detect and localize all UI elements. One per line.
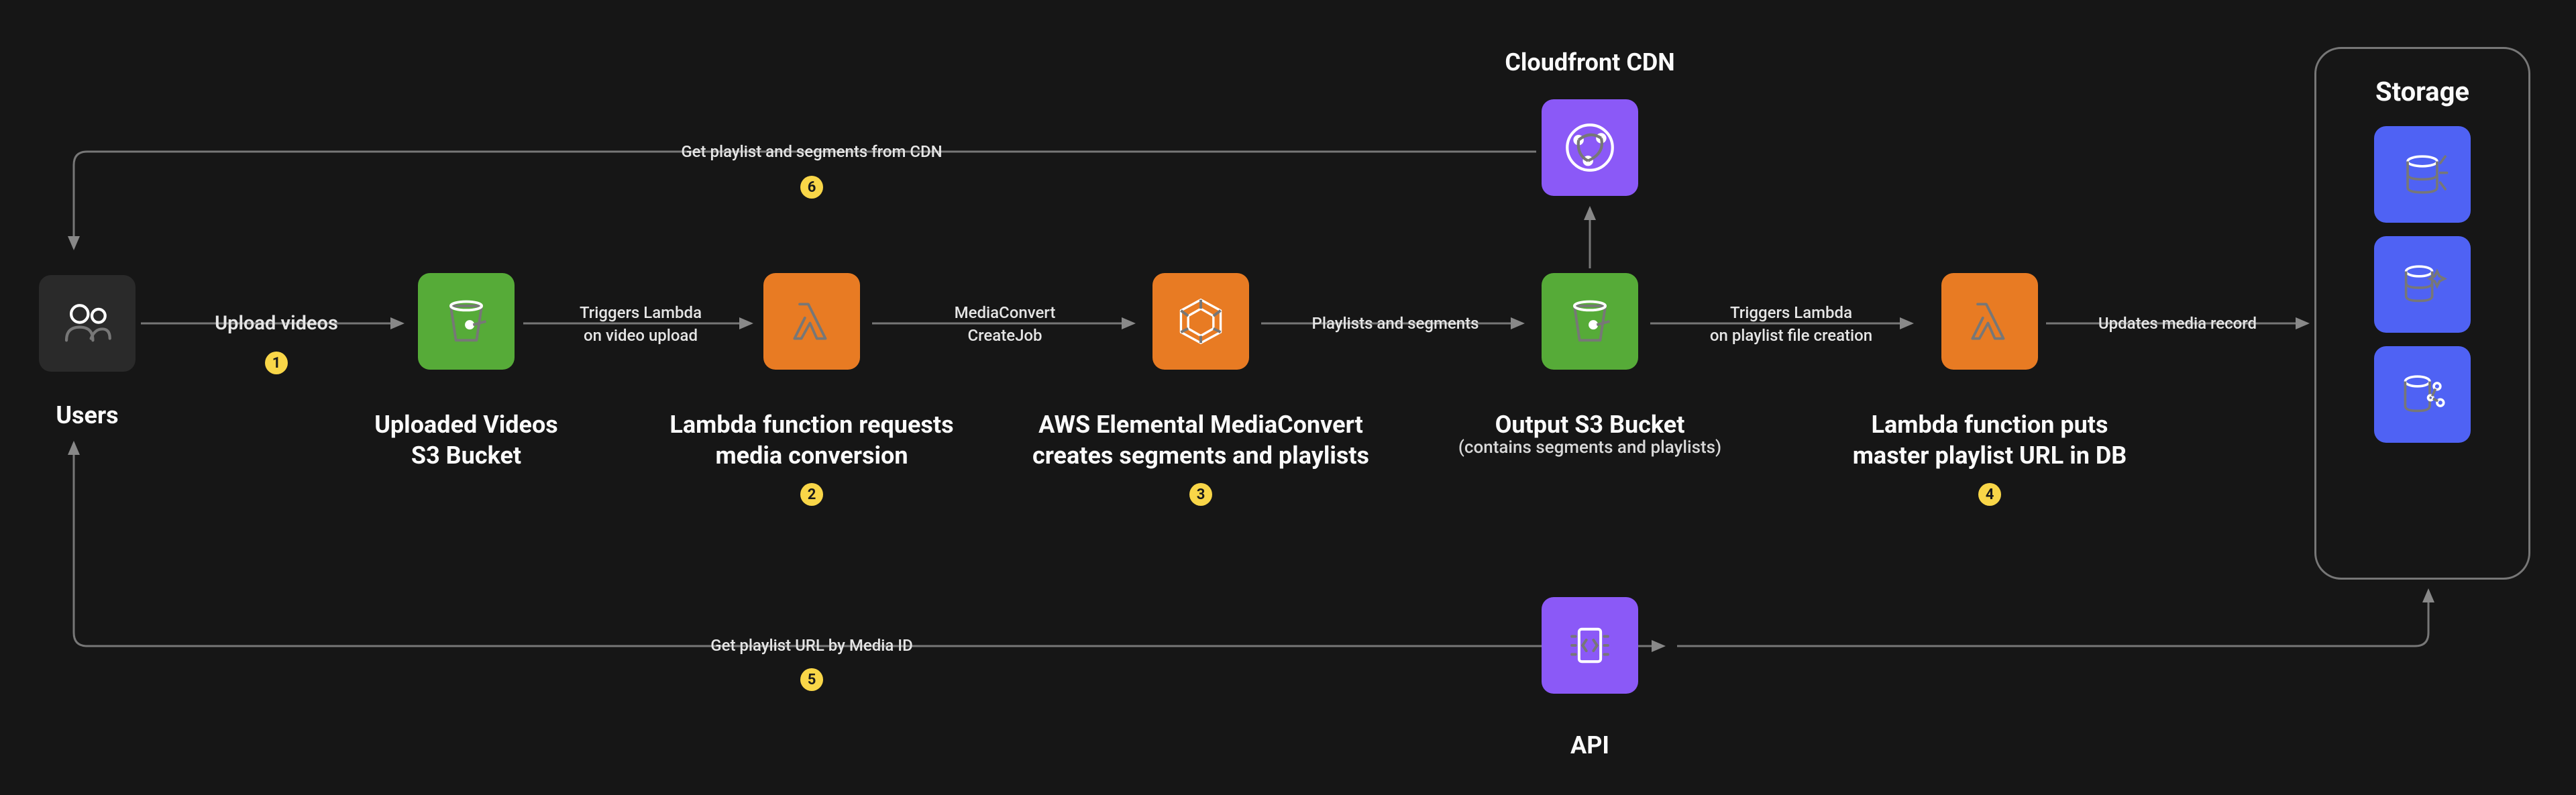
edge-createjob-l1: MediaConvert [955,303,1056,322]
output-title-2: (contains segments and playlists) [1458,437,1721,458]
users-icon [39,275,136,372]
step-6: 6 [800,176,823,199]
step-4: 4 [1978,483,2001,506]
storage-db-graph-icon [2374,346,2471,443]
step-3: 3 [1189,483,1212,506]
mediaconvert-icon [1152,273,1249,370]
mc-title-2: creates segments and playlists [1032,441,1369,470]
mc-title-1: AWS Elemental MediaConvert [1038,411,1363,439]
edge-trigger2-l1: Triggers Lambda [1730,303,1852,322]
step-1: 1 [265,352,288,374]
storage-db-ai-icon [2374,236,2471,333]
users-label: Users [56,401,118,429]
edge-update: Updates media record [2098,314,2257,333]
edge-upload-label: Upload videos [215,312,338,335]
edge-createjob-l2: CreateJob [967,326,1042,345]
lambda1-title-1: Lambda function requests [669,411,953,439]
edge-trigger2-l2: on playlist file creation [1710,326,1872,345]
uploaded-bucket-icon [418,273,515,370]
lambda2-title-2: master playlist URL in DB [1853,441,2127,470]
lambda2-icon [1941,273,2038,370]
uploaded-title-1: Uploaded Videos [374,411,558,439]
output-title-1: Output S3 Bucket [1495,411,1685,439]
uploaded-title-2: S3 Bucket [411,441,521,470]
lambda2-title-1: Lambda function puts [1872,411,2108,439]
storage-box: Storage [2314,47,2530,580]
lambda1-icon [763,273,860,370]
wires [0,0,2576,795]
output-bucket-icon [1542,273,1638,370]
edge-playlists: Playlists and segments [1312,314,1479,333]
edge-cdn-label: Get playlist and segments from CDN [681,142,942,161]
step-5: 5 [800,668,823,691]
step-2: 2 [800,483,823,506]
edge-trigger1-l1: Triggers Lambda [580,303,702,322]
storage-dynamodb-icon [2374,126,2471,223]
cloudfront-icon [1542,99,1638,196]
cloudfront-title: Cloudfront CDN [1505,48,1674,76]
storage-title: Storage [2375,76,2469,107]
api-icon [1542,597,1638,694]
edge-mediaid-label: Get playlist URL by Media ID [710,636,913,655]
edge-trigger1-l2: on video upload [584,326,698,345]
api-label: API [1570,731,1609,759]
lambda1-title-2: media conversion [715,441,908,470]
